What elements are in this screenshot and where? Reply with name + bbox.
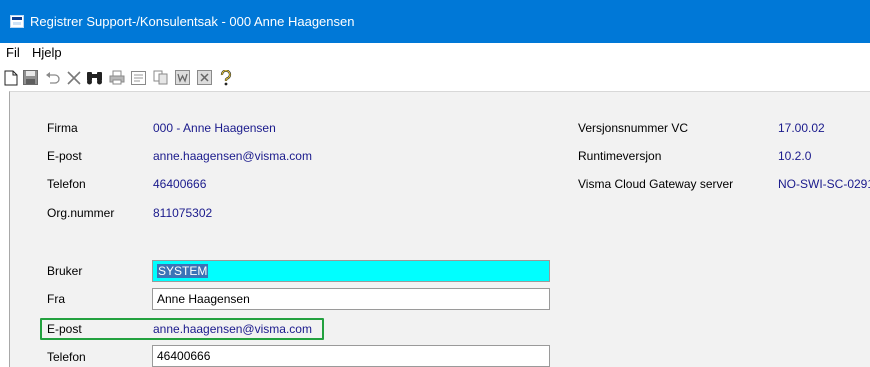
find-icon[interactable]	[86, 69, 103, 86]
menu-bar: Fil Hjelp	[0, 43, 870, 64]
bruker-label: Bruker	[47, 264, 83, 278]
orgnr-value: 811075302	[153, 206, 213, 220]
word-icon[interactable]	[174, 69, 191, 86]
fra-field[interactable]: Anne Haagensen	[152, 288, 550, 310]
bruker-field-value: SYSTEM	[157, 264, 209, 278]
menu-fil[interactable]: Fil	[6, 45, 20, 60]
new-icon[interactable]	[2, 69, 19, 86]
user-telefon-label: Telefon	[47, 350, 86, 364]
gateway-server-label: Visma Cloud Gateway server	[578, 177, 734, 191]
company-telefon-value: 46400666	[153, 177, 207, 191]
delete-icon[interactable]	[65, 69, 82, 86]
excel-icon[interactable]	[196, 69, 213, 86]
copy-icon[interactable]	[152, 69, 169, 86]
vc-version-label: Versjonsnummer VC	[578, 121, 689, 135]
runtime-version-value: 10.2.0	[778, 149, 812, 163]
help-icon[interactable]	[217, 69, 234, 86]
print-icon[interactable]	[108, 69, 125, 86]
vc-version-value: 17.00.02	[778, 121, 825, 135]
orgnr-label: Org.nummer	[47, 206, 115, 220]
app-window-icon	[10, 15, 24, 28]
telefon-field[interactable]: 46400666	[152, 345, 550, 367]
annotation-highlight-box	[40, 318, 324, 340]
firma-label: Firma	[47, 121, 78, 135]
firma-value: 000 - Anne Haagensen	[153, 121, 276, 135]
company-telefon-label: Telefon	[47, 177, 86, 191]
bruker-field[interactable]: SYSTEM	[152, 260, 550, 282]
toolbar	[0, 64, 870, 91]
company-epost-value: anne.haagensen@visma.com	[153, 149, 312, 163]
save-icon[interactable]	[22, 69, 39, 86]
fra-label: Fra	[47, 292, 65, 306]
menu-hjelp[interactable]: Hjelp	[32, 45, 62, 60]
window-title: Registrer Support-/Konsulentsak - 000 An…	[30, 14, 355, 29]
runtime-version-label: Runtimeversjon	[578, 149, 662, 163]
undo-icon[interactable]	[44, 69, 61, 86]
title-bar[interactable]: Registrer Support-/Konsulentsak - 000 An…	[0, 0, 870, 43]
company-epost-label: E-post	[47, 149, 82, 163]
gateway-server-value: NO-SWI-SC-0291	[778, 177, 870, 191]
preview-icon[interactable]	[130, 69, 147, 86]
